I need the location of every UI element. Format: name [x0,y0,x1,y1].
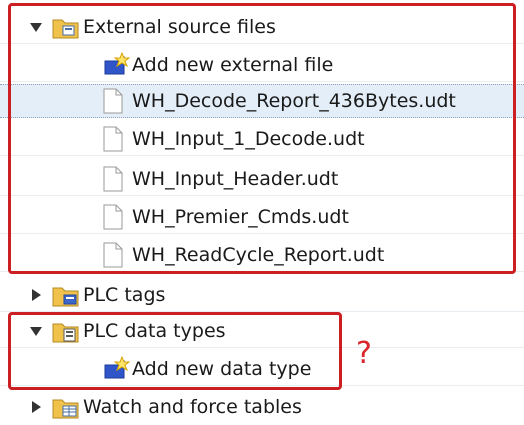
add-new-data-type-item[interactable]: Add new data type [0,352,524,386]
expand-arrow-down-icon[interactable] [28,323,44,339]
node-label: Add new data type [132,357,312,380]
external-source-folder-icon [52,14,79,40]
expand-arrow-right-icon[interactable] [28,287,44,303]
add-new-external-file-item[interactable]: Add new external file [0,48,524,82]
file-icon [102,204,128,230]
add-new-star-icon [102,355,131,382]
file-icon [102,88,128,114]
tree-node-plc-tags[interactable]: PLC tags [0,278,524,312]
watch-tables-folder-icon [52,394,79,420]
plc-data-types-folder-icon [52,318,79,344]
tree-node-plc-data-types[interactable]: PLC data types [0,314,524,348]
tree-node-external-source-files[interactable]: External source files [0,10,524,44]
file-icon [102,242,128,268]
add-new-star-icon [102,51,131,78]
file-icon [102,126,128,152]
file-label: WH_Decode_Report_436Bytes.udt [132,90,456,112]
tree-file-item[interactable]: WH_Input_1_Decode.udt [0,122,524,156]
file-icon [102,166,128,192]
tree-file-item[interactable]: WH_Premier_Cmds.udt [0,200,524,234]
node-label: Watch and force tables [83,396,302,418]
tree-file-item[interactable]: WH_ReadCycle_Report.udt [0,238,524,272]
expand-arrow-right-icon[interactable] [28,399,44,415]
file-label: WH_ReadCycle_Report.udt [132,243,385,266]
tree-node-watch-and-force-tables[interactable]: Watch and force tables [0,390,524,424]
tree-file-item[interactable]: WH_Input_Header.udt [0,162,524,196]
node-label: PLC data types [83,319,226,342]
node-label: PLC tags [83,283,166,306]
expand-arrow-down-icon[interactable] [28,19,44,35]
file-label: WH_Premier_Cmds.udt [132,205,349,228]
node-label: External source files [83,15,276,38]
node-label: Add new external file [132,53,334,76]
file-label: WH_Input_1_Decode.udt [132,127,365,150]
tree-file-item[interactable]: WH_Decode_Report_436Bytes.udt [0,84,524,118]
file-label: WH_Input_Header.udt [132,167,339,190]
plc-tags-folder-icon [52,282,79,308]
question-mark-annotation: ? [356,336,372,371]
